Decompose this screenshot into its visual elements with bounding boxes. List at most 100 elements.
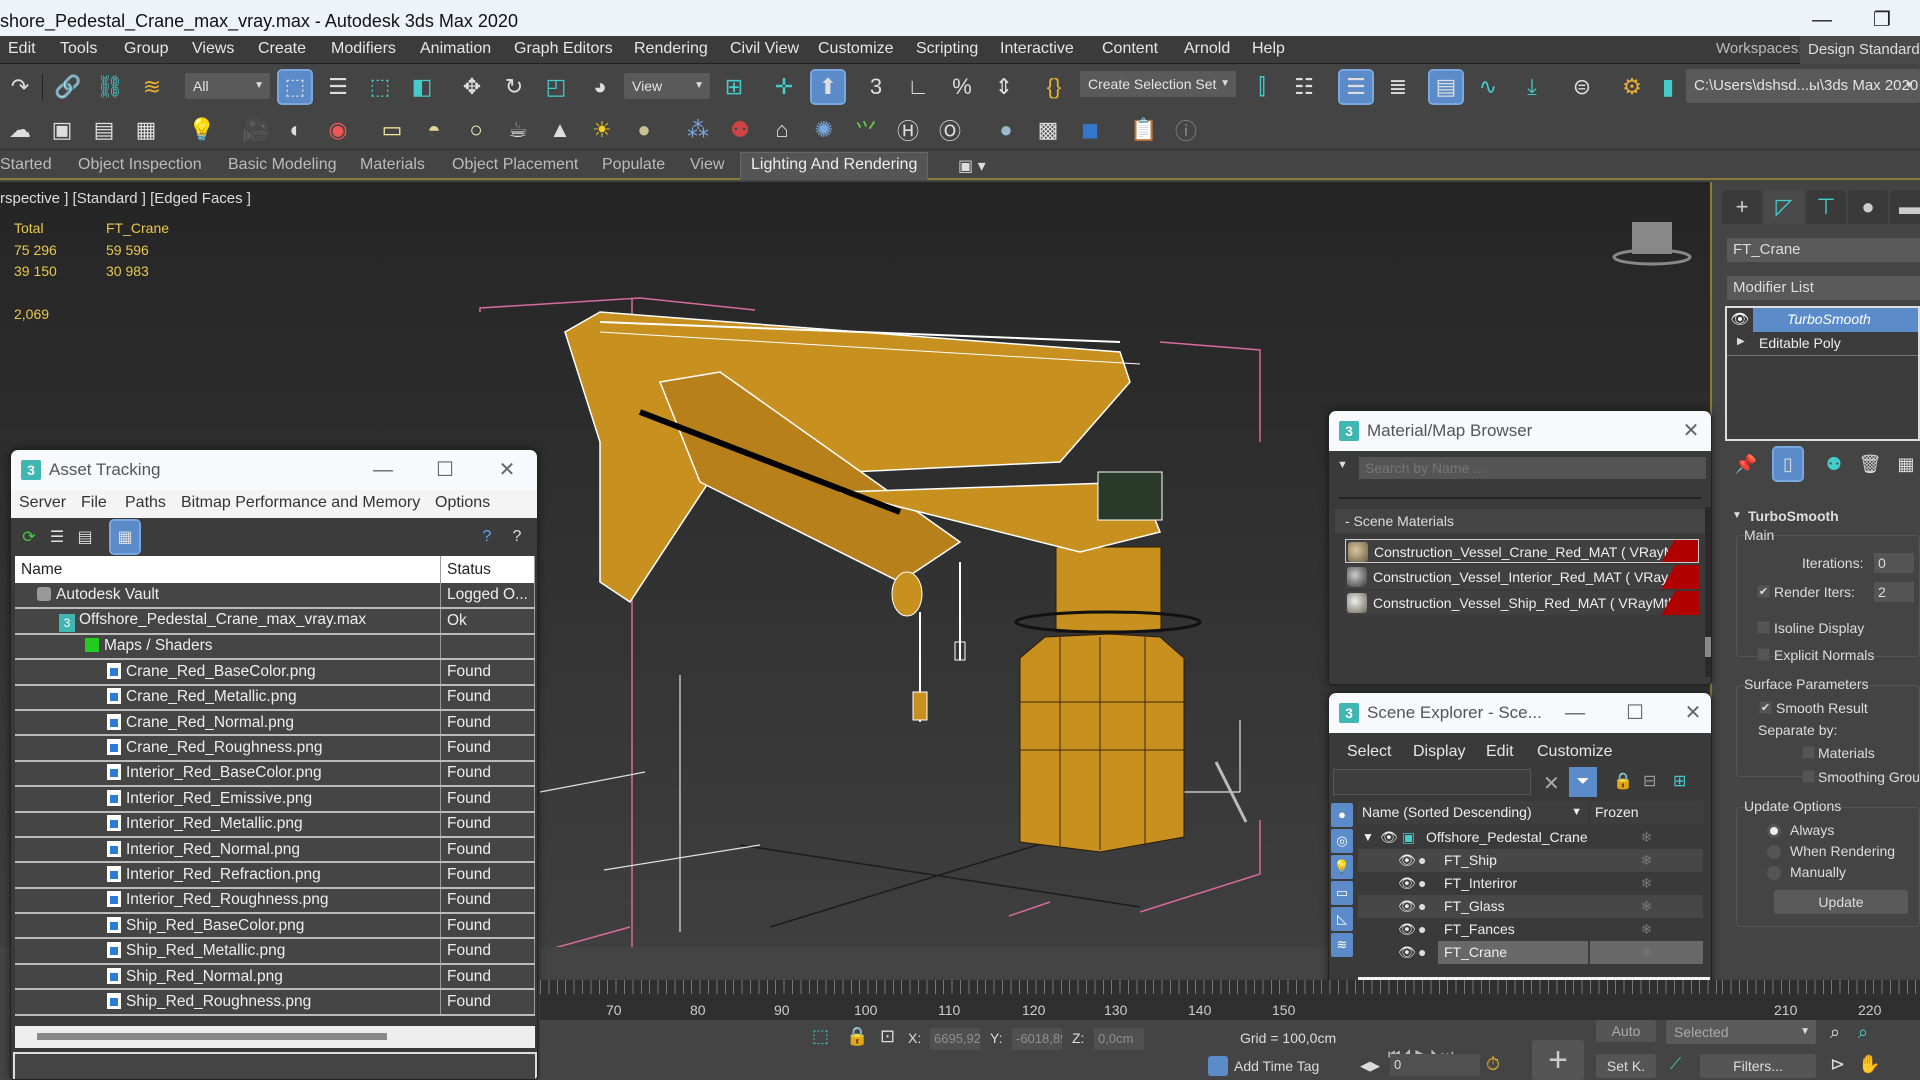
visibility-eye-icon[interactable]: 👁: [1398, 918, 1416, 941]
ribbon-toggle-icon[interactable]: ▤: [1428, 69, 1464, 105]
current-frame-field[interactable]: 0: [1390, 1054, 1480, 1076]
minimize-button[interactable]: —: [1792, 0, 1852, 40]
freeze-icon[interactable]: ❄: [1590, 941, 1703, 964]
asset-row[interactable]: Ship_Red_Metallic.png Found: [15, 938, 536, 965]
angle-snap-icon[interactable]: ∟: [902, 71, 934, 103]
menu-tools[interactable]: Tools: [60, 40, 97, 58]
hair-icon[interactable]: Ⓗ: [892, 114, 924, 146]
named-selection-set-dropdown[interactable]: Create Selection Set ▼: [1080, 71, 1236, 97]
scene-explorer-toggle-icon[interactable]: ☰: [1338, 69, 1374, 105]
column-name[interactable]: Name: [15, 556, 441, 583]
pivot-center-icon[interactable]: ⊞: [718, 71, 750, 103]
collapse-arrow-icon[interactable]: ▼: [1362, 826, 1374, 849]
motion-tab-icon[interactable]: ●: [1848, 190, 1888, 224]
menu-edit[interactable]: Edit: [1486, 743, 1514, 761]
display-tab-icon[interactable]: ▬: [1890, 190, 1920, 224]
field-of-view-icon[interactable]: ⊳: [1830, 1054, 1845, 1075]
configure-sets-icon[interactable]: ▦: [1890, 448, 1920, 480]
time-tag-icon[interactable]: [1208, 1056, 1228, 1076]
smoothing-groups-checkbox[interactable]: [1802, 770, 1815, 783]
rectangular-selection-icon[interactable]: ⬚: [364, 71, 396, 103]
reference-coord-dropdown[interactable]: View ▼: [624, 73, 710, 99]
menu-arnold[interactable]: Arnold: [1184, 40, 1230, 58]
help-icon[interactable]: ?: [501, 521, 533, 553]
material-item[interactable]: Construction_Vessel_Ship_Red_MAT ( VRayM…: [1345, 591, 1699, 615]
display-cameras-icon[interactable]: ▭: [1331, 881, 1353, 905]
vertical-scrollbar[interactable]: [1705, 507, 1711, 677]
material-editor-icon[interactable]: ⊜: [1566, 71, 1598, 103]
column-status[interactable]: Status: [440, 556, 536, 583]
asset-row[interactable]: Interior_Red_Metallic.png Found: [15, 811, 536, 838]
menu-customize[interactable]: Customize: [818, 40, 894, 58]
asset-row[interactable]: Crane_Red_Roughness.png Found: [15, 735, 536, 762]
asset-row[interactable]: 3 Offshore_Pedestal_Crane_max_vray.max Ok: [15, 608, 536, 635]
maximize-button[interactable]: ☐: [425, 450, 465, 490]
material-browser-titlebar[interactable]: 3 Material/Map Browser ✕: [1329, 411, 1711, 451]
freeze-icon[interactable]: ❄: [1590, 895, 1703, 918]
display-lights-icon[interactable]: 💡: [1331, 855, 1353, 879]
menu-animation[interactable]: Animation: [420, 40, 491, 58]
tree-view-icon[interactable]: ▤: [69, 521, 101, 553]
select-manipulate-icon[interactable]: ✛: [768, 71, 800, 103]
modify-tab-icon[interactable]: ◸: [1764, 190, 1804, 224]
light-lister-icon[interactable]: 💡: [186, 114, 218, 146]
asset-row[interactable]: Crane_Red_BaseColor.png Found: [15, 659, 536, 686]
key-filter-dropdown[interactable]: Selected ▼: [1666, 1020, 1816, 1044]
vray-camera-icon[interactable]: ◉: [322, 114, 354, 146]
close-button[interactable]: ✕: [1673, 693, 1711, 733]
unlink-icon[interactable]: ⛓: [94, 71, 126, 103]
tab-started[interactable]: Started: [0, 156, 52, 174]
cloud-icon[interactable]: ☁: [4, 114, 36, 146]
remove-modifier-icon[interactable]: 🗑: [1854, 448, 1886, 480]
turbosmooth-rollout-title[interactable]: TurboSmooth: [1748, 508, 1839, 524]
pin-stack-icon[interactable]: 📌: [1730, 448, 1762, 480]
viewcube[interactable]: [1612, 222, 1692, 266]
teapot-light-icon[interactable]: ☕: [502, 114, 534, 146]
align-icon[interactable]: ☷: [1288, 71, 1320, 103]
percent-snap-icon[interactable]: %: [946, 71, 978, 103]
scale-icon[interactable]: ◰: [540, 71, 572, 103]
menu-help[interactable]: Help: [1252, 40, 1285, 58]
instancer-icon[interactable]: ⁂: [682, 114, 714, 146]
asset-row[interactable]: Crane_Red_Metallic.png Found: [15, 684, 536, 711]
edit-named-selection-icon[interactable]: {}: [1038, 71, 1070, 103]
time-configuration-icon[interactable]: ⏱: [1486, 1054, 1500, 1075]
materials-checkbox[interactable]: [1802, 746, 1815, 759]
table-icon[interactable]: ▦: [130, 114, 162, 146]
menu-modifiers[interactable]: Modifiers: [331, 40, 396, 58]
asset-row[interactable]: Interior_Red_Normal.png Found: [15, 836, 536, 864]
menu-select[interactable]: Select: [1347, 743, 1391, 761]
smooth-result-checkbox[interactable]: ✔: [1759, 701, 1772, 714]
layer-explorer-icon[interactable]: ≣: [1382, 71, 1414, 103]
display-shapes-icon[interactable]: ◎: [1331, 829, 1353, 853]
iterations-spinner[interactable]: 0: [1874, 553, 1914, 573]
window-crossing-icon[interactable]: ◧: [406, 71, 438, 103]
help-icon[interactable]: ⓘ: [1170, 114, 1202, 146]
material-item[interactable]: Construction_Vessel_Crane_Red_MAT ( VRay…: [1345, 539, 1699, 563]
menu-civil-view[interactable]: Civil View: [730, 40, 799, 58]
cone-light-icon[interactable]: ▲: [544, 114, 576, 146]
display-spacewarps-icon[interactable]: ≋: [1331, 933, 1353, 957]
isolate-selection-icon[interactable]: ⬚: [812, 1026, 829, 1047]
asset-row[interactable]: Interior_Red_Refraction.png Found: [15, 862, 536, 889]
scene-tree-item[interactable]: 👁 ● FT_Interiror ❄: [1358, 872, 1703, 895]
table-view-icon[interactable]: ▦: [109, 519, 141, 555]
menu-file[interactable]: File: [81, 494, 107, 512]
selection-lock-icon[interactable]: 🔒: [846, 1026, 868, 1047]
visibility-eye-icon[interactable]: 👁: [1398, 941, 1416, 964]
add-time-tag-button[interactable]: Add Time Tag: [1234, 1058, 1319, 1074]
asset-row[interactable]: Interior_Red_Roughness.png Found: [15, 887, 536, 915]
sun-icon[interactable]: ☀: [586, 114, 618, 146]
schematic-view-icon[interactable]: ⤓: [1516, 71, 1548, 103]
freeze-icon[interactable]: ❄: [1590, 918, 1703, 941]
material-browser-icon[interactable]: ▩: [1032, 114, 1064, 146]
redo-icon[interactable]: ↷: [4, 71, 36, 103]
render-window-icon[interactable]: ▣: [46, 114, 78, 146]
fur-icon[interactable]: ✺: [808, 114, 840, 146]
frame-nav-icon[interactable]: ◀▶: [1360, 1058, 1380, 1074]
menu-paths[interactable]: Paths: [125, 494, 166, 512]
menu-display[interactable]: Display: [1413, 743, 1465, 761]
viewport-label[interactable]: rspective ] [Standard ] [Edged Faces ]: [0, 190, 251, 207]
tab-object-placement[interactable]: Object Placement: [452, 156, 578, 174]
scrollbar-thumb[interactable]: [37, 1033, 387, 1040]
